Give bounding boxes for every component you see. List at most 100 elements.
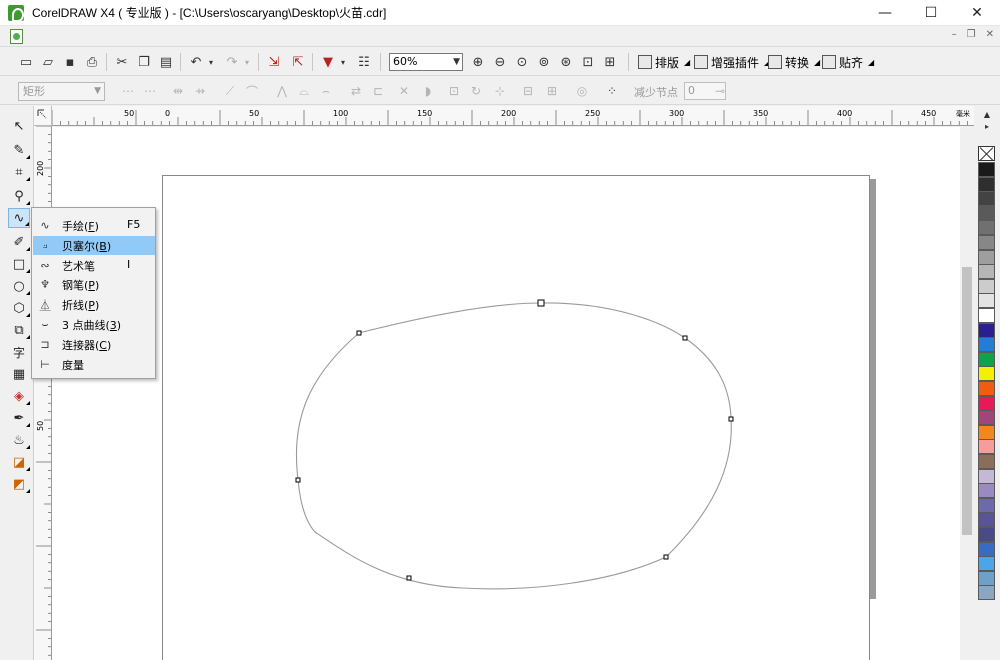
color-swatch[interactable] xyxy=(978,293,995,309)
break-curve-icon[interactable]: ⇸ xyxy=(192,83,208,99)
polygon-tool-icon[interactable]: ⬡ xyxy=(8,298,30,318)
color-swatch[interactable] xyxy=(978,585,995,601)
maximize-button[interactable]: ☐ xyxy=(908,0,954,26)
curve-tool-icon[interactable]: ∿ xyxy=(8,208,30,228)
pick-tool-icon[interactable]: ↖ xyxy=(8,116,30,136)
reverse-direction-icon[interactable]: ⇄ xyxy=(348,83,364,99)
color-swatch[interactable] xyxy=(978,235,995,250)
elastic-mode-icon[interactable]: ◎ xyxy=(574,83,590,99)
auto-close-icon[interactable]: ◗ xyxy=(420,83,436,99)
welcome-icon[interactable]: ☷ xyxy=(354,52,374,72)
color-swatch[interactable] xyxy=(978,439,995,455)
shape-type-select[interactable]: 矩形 ▼ xyxy=(18,82,105,101)
zoom-page-width-icon[interactable]: ⊡ xyxy=(578,52,598,72)
smart-fill-tool-icon[interactable]: ✐ xyxy=(8,232,30,252)
paste-icon[interactable]: ▤ xyxy=(156,52,176,72)
palette-flyout-icon[interactable]: ▸ xyxy=(980,122,994,132)
flyout-item-3-point-curve[interactable]: ⌣ 3 点曲线(3) xyxy=(33,315,155,334)
node-handle[interactable] xyxy=(295,477,301,483)
interactive-fill-tool-icon[interactable]: ◩ xyxy=(8,474,30,494)
smooth-node-icon[interactable]: ⌓ xyxy=(296,83,312,99)
basic-shapes-tool-icon[interactable]: ⧉ xyxy=(8,320,30,340)
flyout-item-connector[interactable]: ⊐ 连接器(C) xyxy=(33,335,155,354)
join-nodes-icon[interactable]: ⇹ xyxy=(170,83,186,99)
table-tool-icon[interactable]: ▦ xyxy=(8,364,30,384)
mirror-h-icon[interactable]: ⊟ xyxy=(520,83,536,99)
mirror-v-icon[interactable]: ⊞ xyxy=(544,83,560,99)
node-handle[interactable] xyxy=(682,335,688,341)
color-swatch[interactable] xyxy=(978,162,995,177)
color-swatch[interactable] xyxy=(978,570,995,586)
node-handle[interactable] xyxy=(663,554,669,560)
color-swatch[interactable] xyxy=(978,264,995,280)
interactive-blend-tool-icon[interactable]: ◈ xyxy=(8,386,30,406)
zoom-level-select[interactable]: 60% ▼ xyxy=(389,53,463,71)
fill-tool-icon[interactable]: ◪ xyxy=(8,452,30,472)
color-swatch[interactable] xyxy=(978,527,995,542)
redo-dropdown-icon[interactable]: ▾ xyxy=(242,52,252,72)
outline-tool-icon[interactable]: ♨ xyxy=(8,430,30,450)
snap-button[interactable]: 贴齐 ◢ xyxy=(822,53,874,71)
copy-icon[interactable]: ❐ xyxy=(134,52,154,72)
color-swatch[interactable] xyxy=(978,410,995,426)
stretch-nodes-icon[interactable]: ⊡ xyxy=(446,83,462,99)
extend-curve-icon[interactable]: ⊏ xyxy=(370,83,386,99)
flyout-item-artistic-media[interactable]: ∾ 艺术笔 I xyxy=(33,256,155,275)
app-launcher-dropdown-icon[interactable]: ▾ xyxy=(338,52,348,72)
cut-icon[interactable]: ✂ xyxy=(112,52,132,72)
palette-scroll-up-icon[interactable]: ▲ xyxy=(980,110,994,120)
no-color-swatch[interactable] xyxy=(978,146,995,161)
coreldraw-app-icon[interactable] xyxy=(8,4,24,22)
color-swatch[interactable] xyxy=(978,249,995,265)
color-swatch[interactable] xyxy=(978,308,995,323)
convert-button[interactable]: 转换 ◢ xyxy=(768,53,820,71)
color-swatch[interactable] xyxy=(978,278,995,294)
flyout-item-polyline[interactable]: ⏅ 折线(P) xyxy=(33,295,155,314)
color-swatch[interactable] xyxy=(978,454,995,469)
color-swatch[interactable] xyxy=(978,322,995,338)
zoom-page-height-icon[interactable]: ⊞ xyxy=(600,52,620,72)
zoom-selected-icon[interactable]: ⊙ xyxy=(512,52,532,72)
color-swatch[interactable] xyxy=(978,395,995,411)
color-swatch[interactable] xyxy=(978,351,995,367)
bezier-closed-curve[interactable] xyxy=(295,302,732,590)
extract-subpath-icon[interactable]: ✕ xyxy=(396,83,412,99)
doc-close-button[interactable]: ✕ xyxy=(986,29,994,40)
redo-icon[interactable]: ↷ xyxy=(222,52,242,72)
color-swatch[interactable] xyxy=(978,468,995,484)
import-icon[interactable]: ⇲ xyxy=(264,52,284,72)
rectangle-tool-icon[interactable]: □ xyxy=(8,254,30,274)
color-swatch[interactable] xyxy=(978,381,995,396)
undo-icon[interactable]: ↶ xyxy=(186,52,206,72)
export-icon[interactable]: ⇱ xyxy=(288,52,308,72)
arrange-button[interactable]: 排版 ◢ xyxy=(638,53,690,71)
doc-minimize-button[interactable]: – xyxy=(952,29,957,40)
open-icon[interactable]: ▱ xyxy=(38,52,58,72)
color-swatch[interactable] xyxy=(978,337,995,353)
color-swatch[interactable] xyxy=(978,205,995,221)
zoom-in-icon[interactable]: ⊕ xyxy=(468,52,488,72)
ruler-origin[interactable] xyxy=(34,106,52,126)
app-launcher-icon[interactable]: ▼ xyxy=(318,52,338,72)
flyout-item-bezier[interactable]: ⟓ 贝塞尔(B) xyxy=(33,235,155,255)
zoom-page-icon[interactable]: ⊛ xyxy=(556,52,576,72)
flyout-item-freehand[interactable]: ∿ 手绘(F) F5 xyxy=(33,216,155,235)
undo-dropdown-icon[interactable]: ▾ xyxy=(206,52,216,72)
node-handle[interactable] xyxy=(537,299,545,307)
add-node-icon[interactable]: ⋯ xyxy=(120,83,136,99)
node-handle[interactable] xyxy=(728,416,734,422)
color-swatch[interactable] xyxy=(978,497,995,513)
vertical-scrollbar[interactable] xyxy=(960,127,974,660)
color-swatch[interactable] xyxy=(978,424,995,440)
color-swatch[interactable] xyxy=(978,483,995,499)
color-swatch[interactable] xyxy=(978,176,995,192)
select-all-nodes-icon[interactable]: ⁘ xyxy=(604,83,620,99)
shape-tool-icon[interactable]: ✎ xyxy=(8,140,30,160)
horizontal-ruler[interactable]: 50 0 50 100 150 200 250 300 350 400 450 毫米 xyxy=(52,106,974,126)
flyout-item-dimension[interactable]: ⊢ 度量 xyxy=(33,355,155,374)
align-nodes-icon[interactable]: ⊹ xyxy=(492,83,508,99)
document-icon[interactable] xyxy=(10,29,23,44)
delete-node-icon[interactable]: ⋯ xyxy=(142,83,158,99)
to-line-icon[interactable]: ⟋ xyxy=(222,83,238,99)
ellipse-tool-icon[interactable]: ○ xyxy=(8,276,30,296)
